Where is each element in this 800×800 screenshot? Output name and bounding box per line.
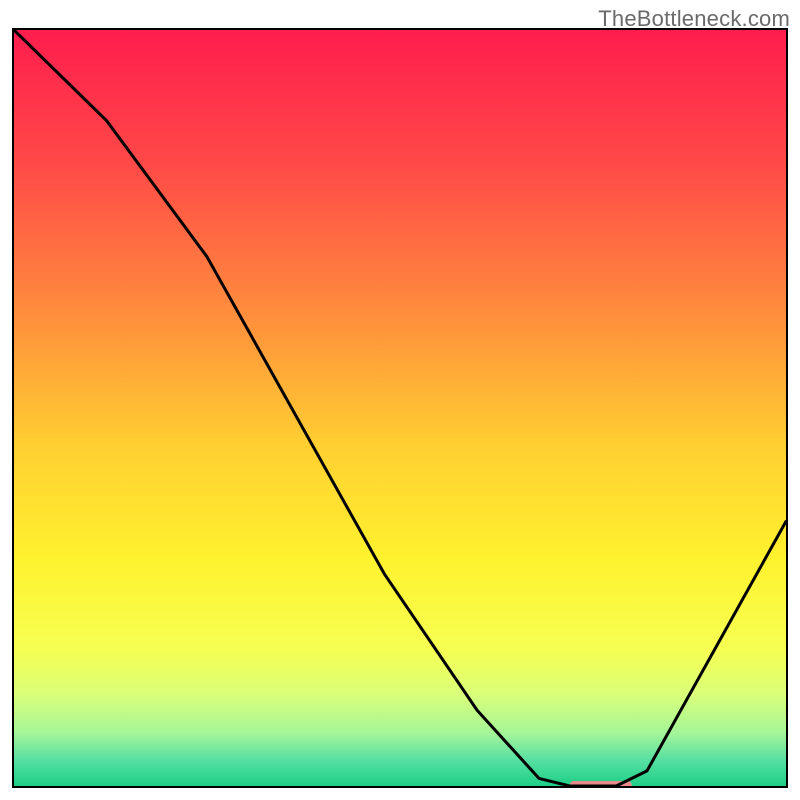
chart-plot — [14, 30, 786, 786]
chart-background — [14, 30, 786, 786]
chart-frame — [12, 28, 788, 788]
